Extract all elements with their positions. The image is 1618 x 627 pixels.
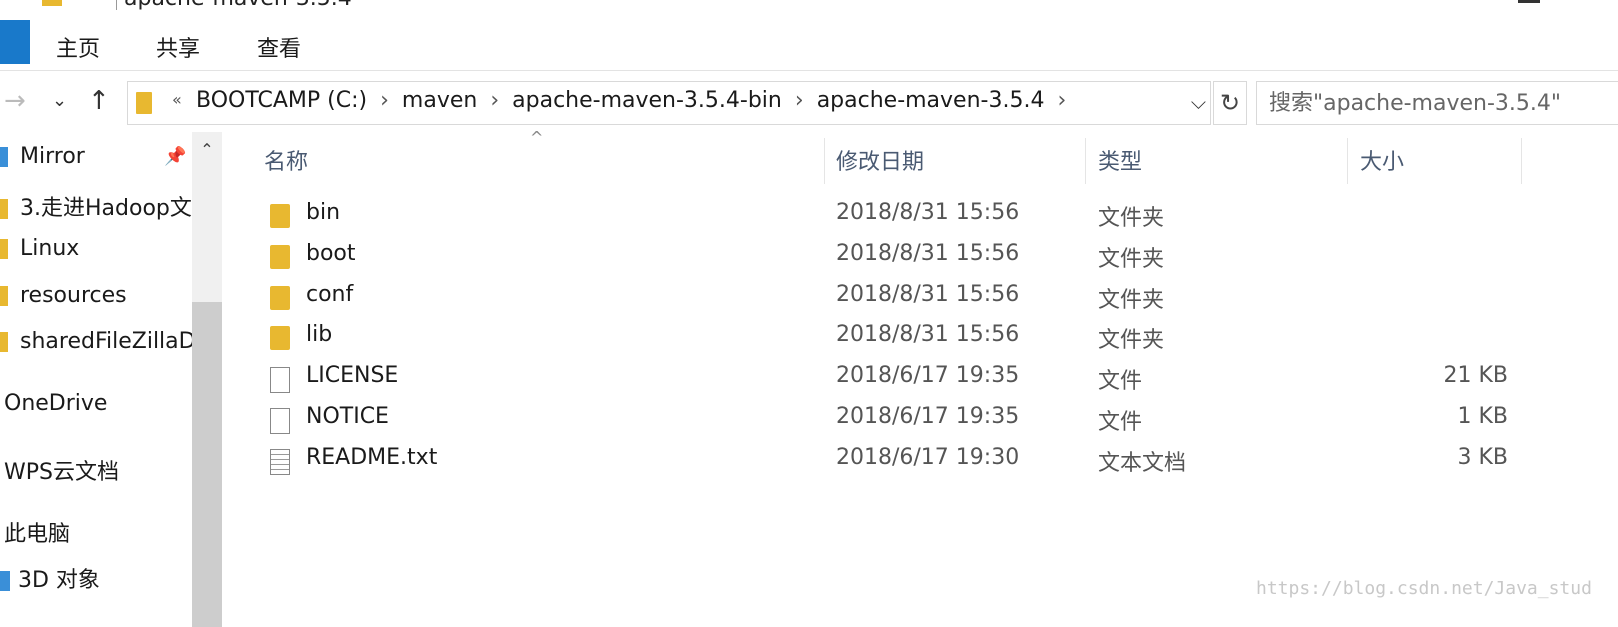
breadcrumb-item[interactable]: apache-maven-3.5.4 — [817, 88, 1045, 113]
file-tab[interactable] — [0, 20, 30, 64]
folder-icon — [0, 239, 8, 259]
folder-icon — [0, 199, 8, 219]
overflow-chevron-icon[interactable]: « — [172, 90, 182, 109]
file-type: 文本文档 — [1098, 451, 1187, 476]
address-row: → ⌄ ↑ « BOOTCAMP (C:) › maven › apache-m… — [0, 78, 1618, 128]
text-file-icon — [270, 449, 290, 475]
breadcrumb-separator-icon[interactable]: › — [380, 88, 389, 113]
sidebar-item-onedrive[interactable]: OneDrive — [4, 391, 196, 416]
file-size: 3 KB — [1457, 445, 1508, 470]
minimize-icon[interactable] — [1518, 0, 1540, 3]
folder-icon — [42, 0, 62, 6]
file-name: boot — [306, 241, 356, 266]
folder-icon — [0, 332, 8, 352]
column-header-size[interactable]: 大小 — [1360, 144, 1404, 184]
column-header-date[interactable]: 修改日期 — [836, 144, 924, 184]
file-row[interactable]: conf 2018/8/31 15:56 文件夹 — [228, 278, 1618, 318]
file-size: 21 KB — [1443, 363, 1508, 388]
address-bar[interactable]: « BOOTCAMP (C:) › maven › apache-maven-3… — [127, 81, 1211, 125]
folder-icon — [270, 286, 290, 310]
file-type: 文件夹 — [1098, 247, 1165, 272]
column-header-type[interactable]: 类型 — [1098, 144, 1142, 184]
column-divider[interactable] — [1521, 138, 1522, 184]
watermark: https://blog.csdn.net/Java_stud — [1256, 578, 1592, 599]
folder-icon — [0, 286, 8, 306]
file-date: 2018/6/17 19:30 — [836, 445, 1020, 470]
file-name: NOTICE — [306, 404, 389, 429]
refresh-button[interactable]: ↻ — [1213, 81, 1247, 125]
file-date: 2018/8/31 15:56 — [836, 241, 1020, 266]
window-title: apache-maven-3.5.4 — [124, 0, 352, 11]
tab-view[interactable]: 查看 — [257, 31, 301, 63]
file-type: 文件夹 — [1098, 288, 1165, 313]
title-bar: apache-maven-3.5.4 — [0, 0, 1618, 14]
file-row[interactable]: NOTICE 2018/6/17 19:35 文件 1 KB — [228, 400, 1618, 440]
sidebar-item-wps[interactable]: WPS云文档 — [4, 454, 196, 486]
folder-icon — [0, 147, 8, 167]
file-date: 2018/6/17 19:35 — [836, 363, 1020, 388]
breadcrumb-separator-icon[interactable]: › — [490, 88, 499, 113]
file-row[interactable]: bin 2018/8/31 15:56 文件夹 — [228, 196, 1618, 236]
folder-icon — [270, 326, 290, 350]
file-date: 2018/6/17 19:35 — [836, 404, 1020, 429]
file-row[interactable]: README.txt 2018/6/17 19:30 文本文档 3 KB — [228, 441, 1618, 481]
file-type: 文件夹 — [1098, 206, 1165, 231]
file-name: conf — [306, 282, 354, 307]
sidebar-item-3d-objects[interactable]: 3D 对象 — [0, 562, 192, 594]
breadcrumb-item[interactable]: maven — [402, 88, 477, 113]
sidebar-item-hadoop[interactable]: 3.走进Hadoop文 — [0, 190, 192, 222]
file-date: 2018/8/31 15:56 — [836, 282, 1020, 307]
navigation-pane: Mirror 📌 3.走进Hadoop文 Linux resources sha… — [0, 132, 222, 627]
breadcrumb-item[interactable]: BOOTCAMP (C:) — [196, 88, 367, 113]
file-size: 1 KB — [1457, 404, 1508, 429]
file-date: 2018/8/31 15:56 — [836, 200, 1020, 225]
file-name: README.txt — [306, 445, 438, 470]
search-input[interactable] — [1257, 82, 1618, 124]
cube-icon — [0, 571, 10, 591]
recent-locations-chevron-icon[interactable]: ⌄ — [52, 88, 67, 114]
search-box[interactable] — [1256, 81, 1618, 125]
folder-icon — [270, 245, 290, 269]
column-divider[interactable] — [1085, 138, 1086, 184]
breadcrumb-item[interactable]: apache-maven-3.5.4-bin — [512, 88, 782, 113]
file-row[interactable]: lib 2018/8/31 15:56 文件夹 — [228, 318, 1618, 358]
column-headers: 名称 修改日期 类型 大小 — [228, 138, 1618, 184]
column-divider[interactable] — [1347, 138, 1348, 184]
scrollbar-thumb[interactable] — [192, 302, 222, 627]
scroll-up-icon[interactable]: ⌃ — [192, 140, 222, 159]
column-divider[interactable] — [824, 138, 825, 184]
file-type: 文件 — [1098, 369, 1143, 394]
up-arrow-icon[interactable]: ↑ — [88, 88, 110, 114]
file-name: bin — [306, 200, 341, 225]
forward-arrow-icon[interactable]: → — [4, 88, 26, 114]
column-header-name[interactable]: 名称 — [264, 144, 308, 184]
file-row[interactable]: LICENSE 2018/6/17 19:35 文件 21 KB — [228, 359, 1618, 399]
ribbon: 主页 共享 查看 — [0, 18, 1618, 71]
refresh-icon: ↻ — [1219, 89, 1241, 117]
file-type: 文件 — [1098, 410, 1143, 435]
file-icon — [270, 367, 290, 393]
breadcrumb-separator-icon[interactable]: › — [795, 88, 804, 113]
file-name: LICENSE — [306, 363, 399, 388]
file-icon — [270, 408, 290, 434]
chevron-down-icon[interactable]: ⌵ — [1191, 90, 1206, 114]
file-type: 文件夹 — [1098, 328, 1165, 353]
sidebar-item-resources[interactable]: resources — [0, 283, 192, 308]
folder-icon — [136, 92, 152, 114]
title-separator — [116, 0, 117, 10]
tab-home[interactable]: 主页 — [56, 31, 100, 63]
sidebar-scrollbar[interactable]: ⌃ — [192, 132, 222, 627]
sidebar-item-linux[interactable]: Linux — [0, 236, 192, 261]
pin-icon[interactable]: 📌 — [164, 146, 186, 167]
breadcrumb: BOOTCAMP (C:) › maven › apache-maven-3.5… — [196, 88, 1079, 113]
file-date: 2018/8/31 15:56 — [836, 322, 1020, 347]
sidebar-item-sharedfilezilla[interactable]: sharedFileZillaD — [0, 329, 192, 354]
sidebar-item-this-pc[interactable]: 此电脑 — [4, 516, 196, 548]
breadcrumb-separator-icon[interactable]: › — [1057, 88, 1066, 113]
tab-share[interactable]: 共享 — [156, 31, 200, 63]
file-row[interactable]: boot 2018/8/31 15:56 文件夹 — [228, 237, 1618, 277]
folder-icon — [270, 204, 290, 228]
file-name: lib — [306, 322, 333, 347]
